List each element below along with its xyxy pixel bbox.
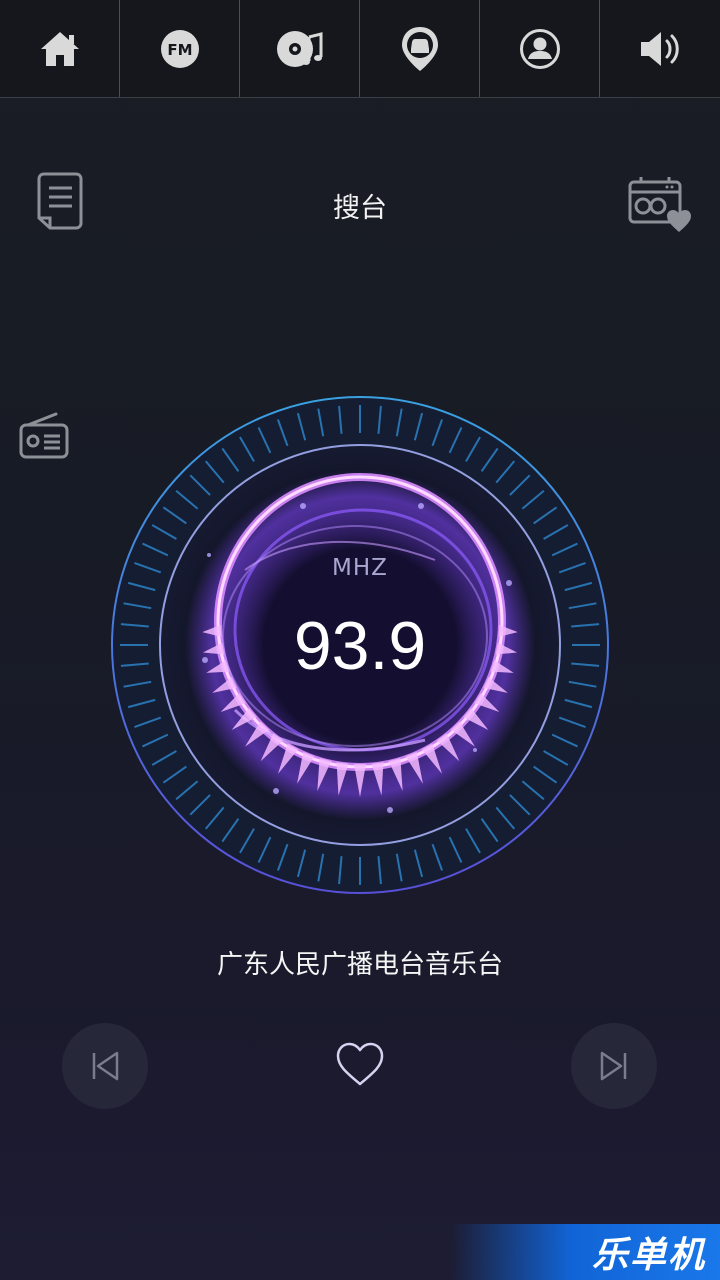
car-location-icon: [401, 26, 438, 71]
watermark-text: 乐单机: [591, 1235, 706, 1276]
previous-station-button[interactable]: [62, 1023, 148, 1109]
skip-previous-icon: [92, 1051, 119, 1081]
favorite-radio-icon: [628, 177, 691, 232]
svg-text:FM: FM: [167, 41, 192, 59]
frequency-display: 93.9: [293, 608, 427, 684]
station-name: 广东人民广播电台音乐台: [216, 950, 503, 980]
top-tab-bar: FM: [0, 0, 720, 98]
home-icon: [40, 31, 79, 66]
favorite-button[interactable]: [335, 1041, 385, 1091]
tab-music[interactable]: [240, 0, 360, 97]
page-title: 搜台: [333, 193, 387, 224]
heart-icon: [336, 1042, 384, 1086]
favorite-stations-button[interactable]: [627, 174, 693, 238]
next-station-button[interactable]: [571, 1023, 657, 1109]
skip-next-icon: [600, 1051, 627, 1081]
tab-car-location[interactable]: [360, 0, 480, 97]
fm-icon: FM: [160, 29, 199, 68]
user-icon: [519, 28, 560, 69]
watermark-logo: 乐单机: [450, 1224, 720, 1280]
tab-volume[interactable]: [600, 0, 720, 97]
radio-icon: [19, 412, 69, 459]
tab-user[interactable]: [480, 0, 600, 97]
radio-source-button[interactable]: [18, 411, 70, 465]
tab-fm[interactable]: FM: [120, 0, 240, 97]
music-disc-icon: [276, 30, 322, 67]
volume-icon: [641, 31, 679, 66]
frequency-unit: MHZ: [332, 555, 388, 581]
tab-home[interactable]: [0, 0, 120, 97]
